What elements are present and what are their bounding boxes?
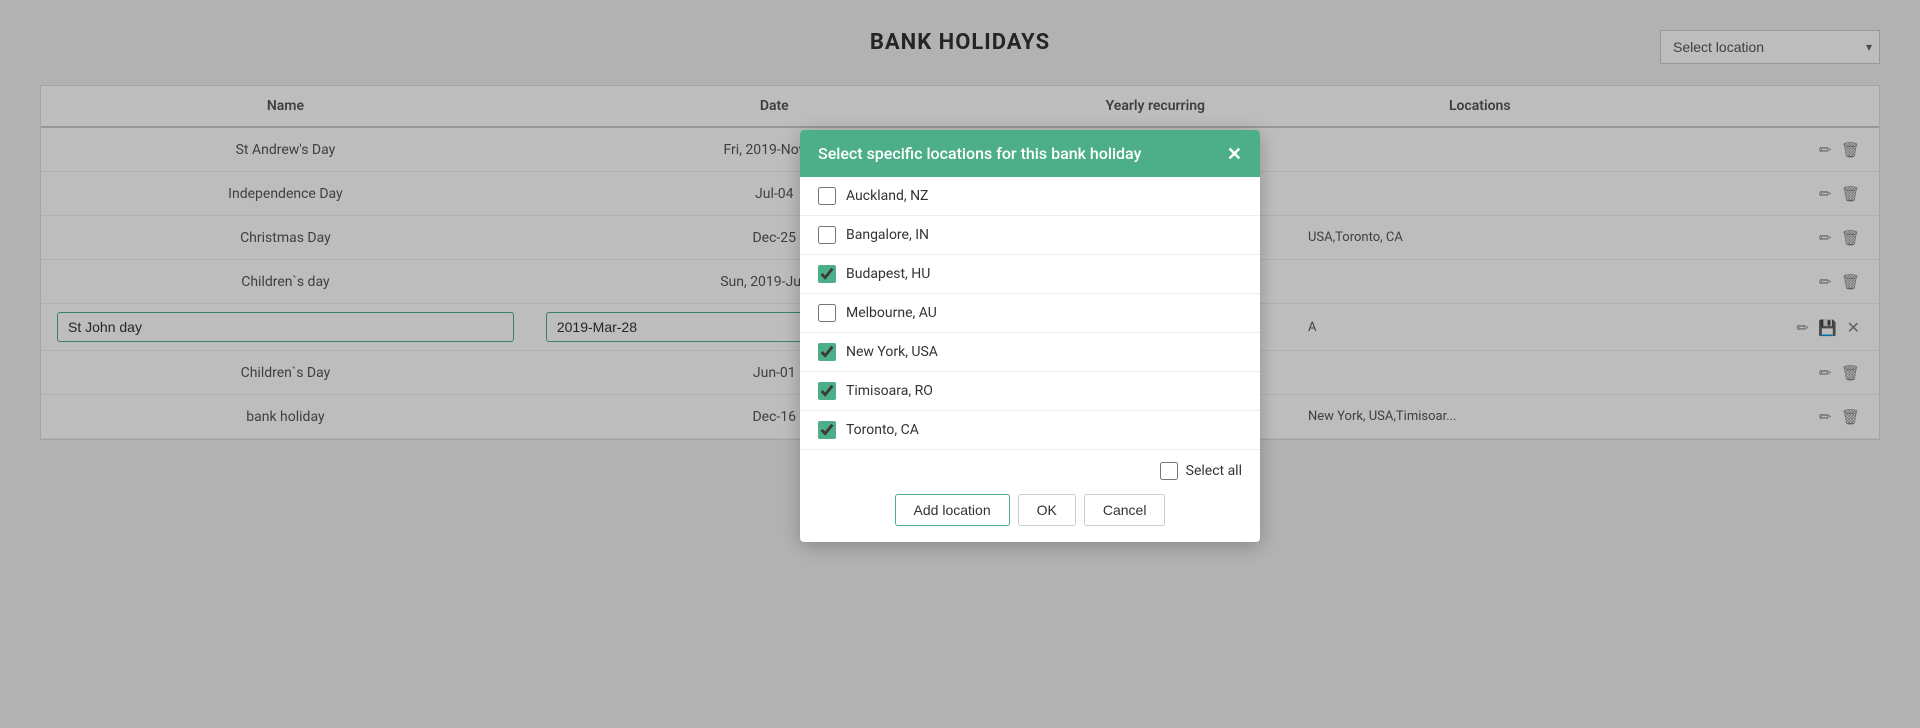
location-checkbox[interactable] — [818, 226, 836, 244]
location-checkbox[interactable] — [818, 187, 836, 205]
location-name: Toronto, CA — [846, 422, 919, 438]
location-name: Bangalore, IN — [846, 227, 929, 243]
location-checkbox[interactable] — [818, 421, 836, 439]
modal-header: Select specific locations for this bank … — [800, 130, 1260, 177]
location-name: Timisoara, RO — [846, 383, 933, 399]
modal-body: Auckland, NZ Bangalore, IN Budapest, HU … — [800, 177, 1260, 449]
cancel-button[interactable]: Cancel — [1084, 494, 1166, 526]
location-name: Melbourne, AU — [846, 305, 937, 321]
modal-overlay: Select specific locations for this bank … — [0, 0, 1920, 728]
location-name: Auckland, NZ — [846, 188, 928, 204]
modal-close-button[interactable]: ✕ — [1227, 145, 1242, 163]
modal-footer: Select all Add location OK Cancel — [800, 449, 1260, 542]
location-item: Toronto, CA — [800, 411, 1260, 449]
location-checkbox[interactable] — [818, 304, 836, 322]
ok-button[interactable]: OK — [1018, 494, 1076, 526]
location-item: Auckland, NZ — [800, 177, 1260, 216]
location-item: New York, USA — [800, 333, 1260, 372]
location-checkbox[interactable] — [818, 382, 836, 400]
location-checkbox[interactable] — [818, 343, 836, 361]
location-item: Budapest, HU — [800, 255, 1260, 294]
add-location-button[interactable]: Add location — [895, 494, 1010, 526]
modal-title: Select specific locations for this bank … — [818, 144, 1141, 163]
select-all-label[interactable]: Select all — [1186, 463, 1242, 479]
location-name: New York, USA — [846, 344, 938, 360]
select-all-row: Select all — [818, 462, 1242, 480]
location-modal: Select specific locations for this bank … — [800, 130, 1260, 542]
footer-buttons: Add location OK Cancel — [818, 494, 1242, 526]
select-all-checkbox[interactable] — [1160, 462, 1178, 480]
location-checkbox[interactable] — [818, 265, 836, 283]
location-item: Bangalore, IN — [800, 216, 1260, 255]
location-name: Budapest, HU — [846, 266, 930, 282]
location-item: Timisoara, RO — [800, 372, 1260, 411]
location-item: Melbourne, AU — [800, 294, 1260, 333]
